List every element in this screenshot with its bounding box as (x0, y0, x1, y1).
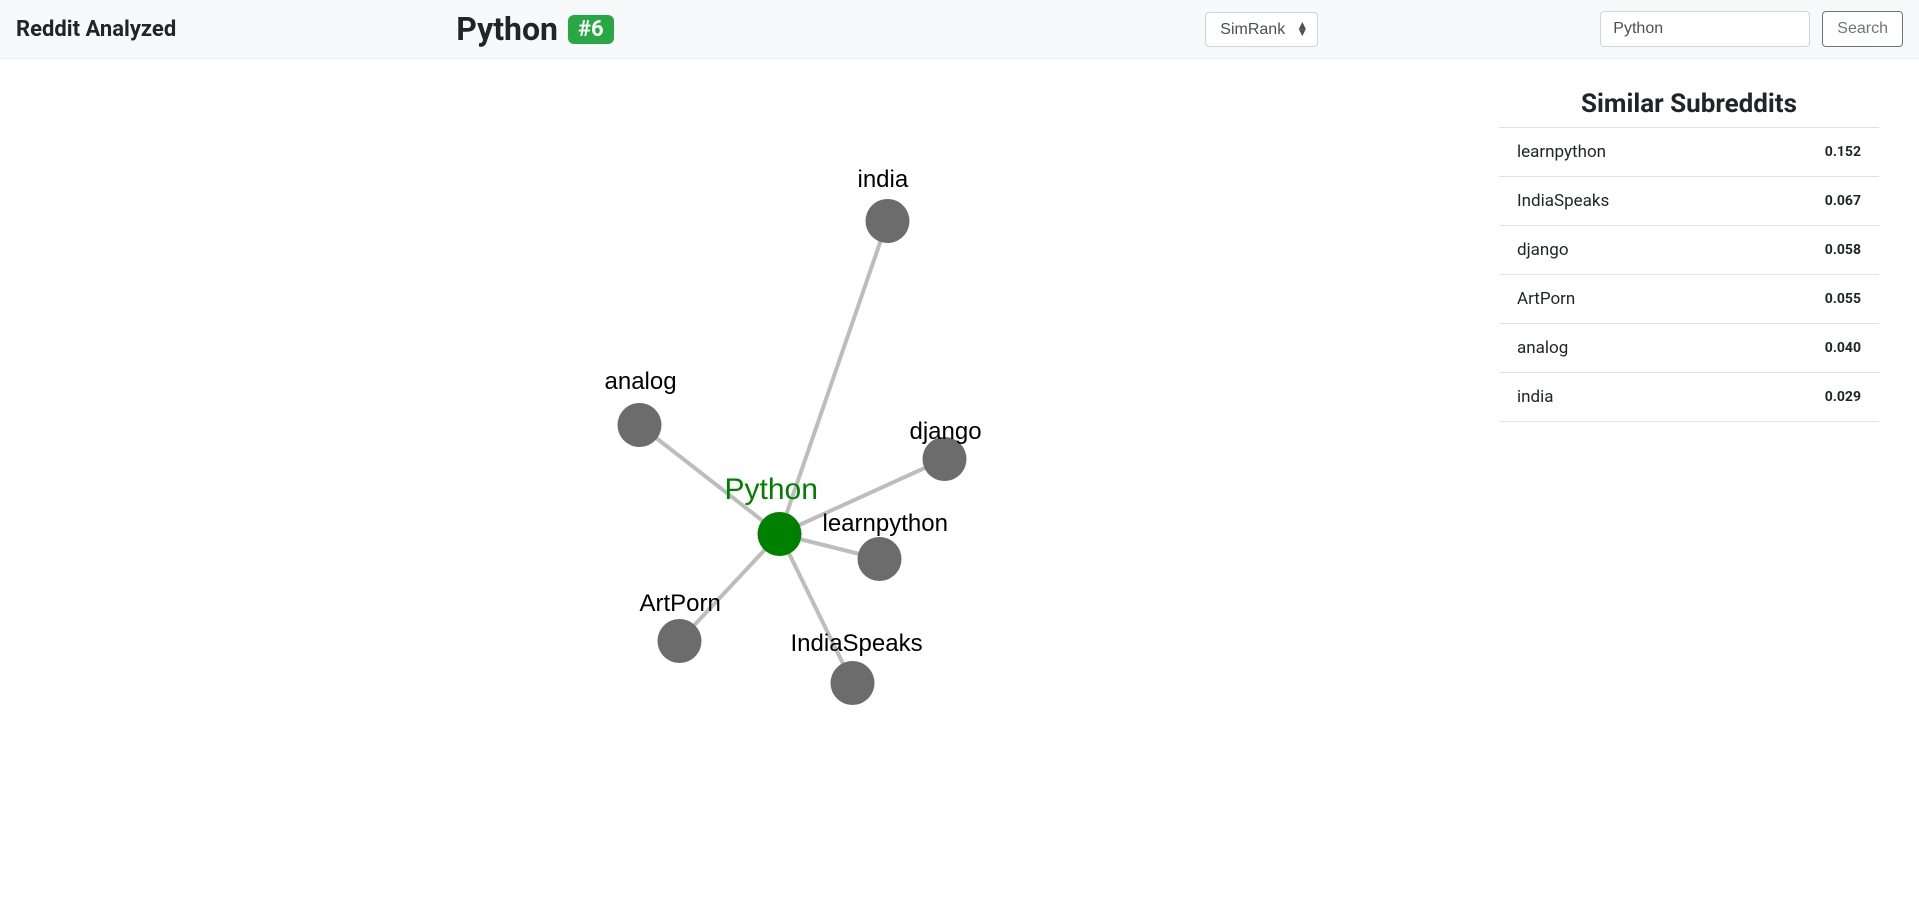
graph-edge (780, 534, 853, 683)
graph-node-label: india (858, 166, 909, 193)
graph-node[interactable] (618, 403, 662, 447)
graph-node[interactable] (858, 537, 902, 581)
list-item-name: analog (1517, 338, 1568, 358)
graph-node-label: IndiaSpeaks (791, 630, 923, 657)
list-item-score: 0.058 (1825, 242, 1861, 258)
brand-title[interactable]: Reddit Analyzed (16, 17, 176, 42)
list-item-score: 0.152 (1825, 144, 1861, 160)
search-input[interactable] (1600, 11, 1810, 47)
list-item[interactable]: india 0.029 (1499, 373, 1879, 422)
rank-badge: #6 (568, 15, 614, 44)
list-item-name: IndiaSpeaks (1517, 191, 1609, 211)
graph-node-label: django (910, 418, 982, 445)
list-item-name: learnpython (1517, 142, 1606, 162)
navbar: Reddit Analyzed Python #6 SimRank ▲▼ Sea… (0, 0, 1919, 59)
list-item[interactable]: learnpython 0.152 (1499, 128, 1879, 177)
list-item-score: 0.055 (1825, 291, 1861, 307)
graph-panel: india analog django learnpython ArtPorn India… (40, 79, 1499, 783)
list-item-name: django (1517, 240, 1569, 260)
graph-node-label: analog (605, 368, 677, 395)
page-title-wrap: Python #6 (176, 10, 1205, 48)
graph-node-label: ArtPorn (640, 590, 721, 617)
list-item[interactable]: ArtPorn 0.055 (1499, 275, 1879, 324)
graph-node-label: learnpython (823, 510, 948, 537)
list-item-score: 0.029 (1825, 389, 1861, 405)
graph-nodes: india analog django learnpython ArtPorn India… (605, 166, 982, 705)
sidebar-title: Similar Subreddits (1499, 89, 1879, 119)
list-item[interactable]: IndiaSpeaks 0.067 (1499, 177, 1879, 226)
sidebar-panel: Similar Subreddits learnpython 0.152 India… (1499, 79, 1879, 783)
search-button[interactable]: Search (1822, 11, 1903, 47)
graph-node[interactable] (658, 619, 702, 663)
graph-center-label: Python (725, 473, 818, 506)
list-item-score: 0.067 (1825, 193, 1861, 209)
main-content: india analog django learnpython ArtPorn India… (0, 59, 1919, 803)
graph-center-node[interactable] (758, 512, 802, 556)
algorithm-select[interactable]: SimRank (1205, 12, 1318, 47)
similar-list: learnpython 0.152 IndiaSpeaks 0.067 django 0.… (1499, 127, 1879, 422)
graph-svg[interactable]: india analog django learnpython ArtPorn India… (40, 79, 1499, 779)
graph-node[interactable] (866, 199, 910, 243)
header-controls: SimRank ▲▼ Search (1205, 11, 1903, 47)
list-item-name: india (1517, 387, 1554, 407)
algorithm-select-wrap: SimRank ▲▼ (1205, 12, 1318, 47)
list-item[interactable]: django 0.058 (1499, 226, 1879, 275)
list-item-name: ArtPorn (1517, 289, 1575, 309)
page-title: Python (456, 10, 558, 48)
graph-node[interactable] (831, 661, 875, 705)
list-item[interactable]: analog 0.040 (1499, 324, 1879, 373)
list-item-score: 0.040 (1825, 340, 1861, 356)
